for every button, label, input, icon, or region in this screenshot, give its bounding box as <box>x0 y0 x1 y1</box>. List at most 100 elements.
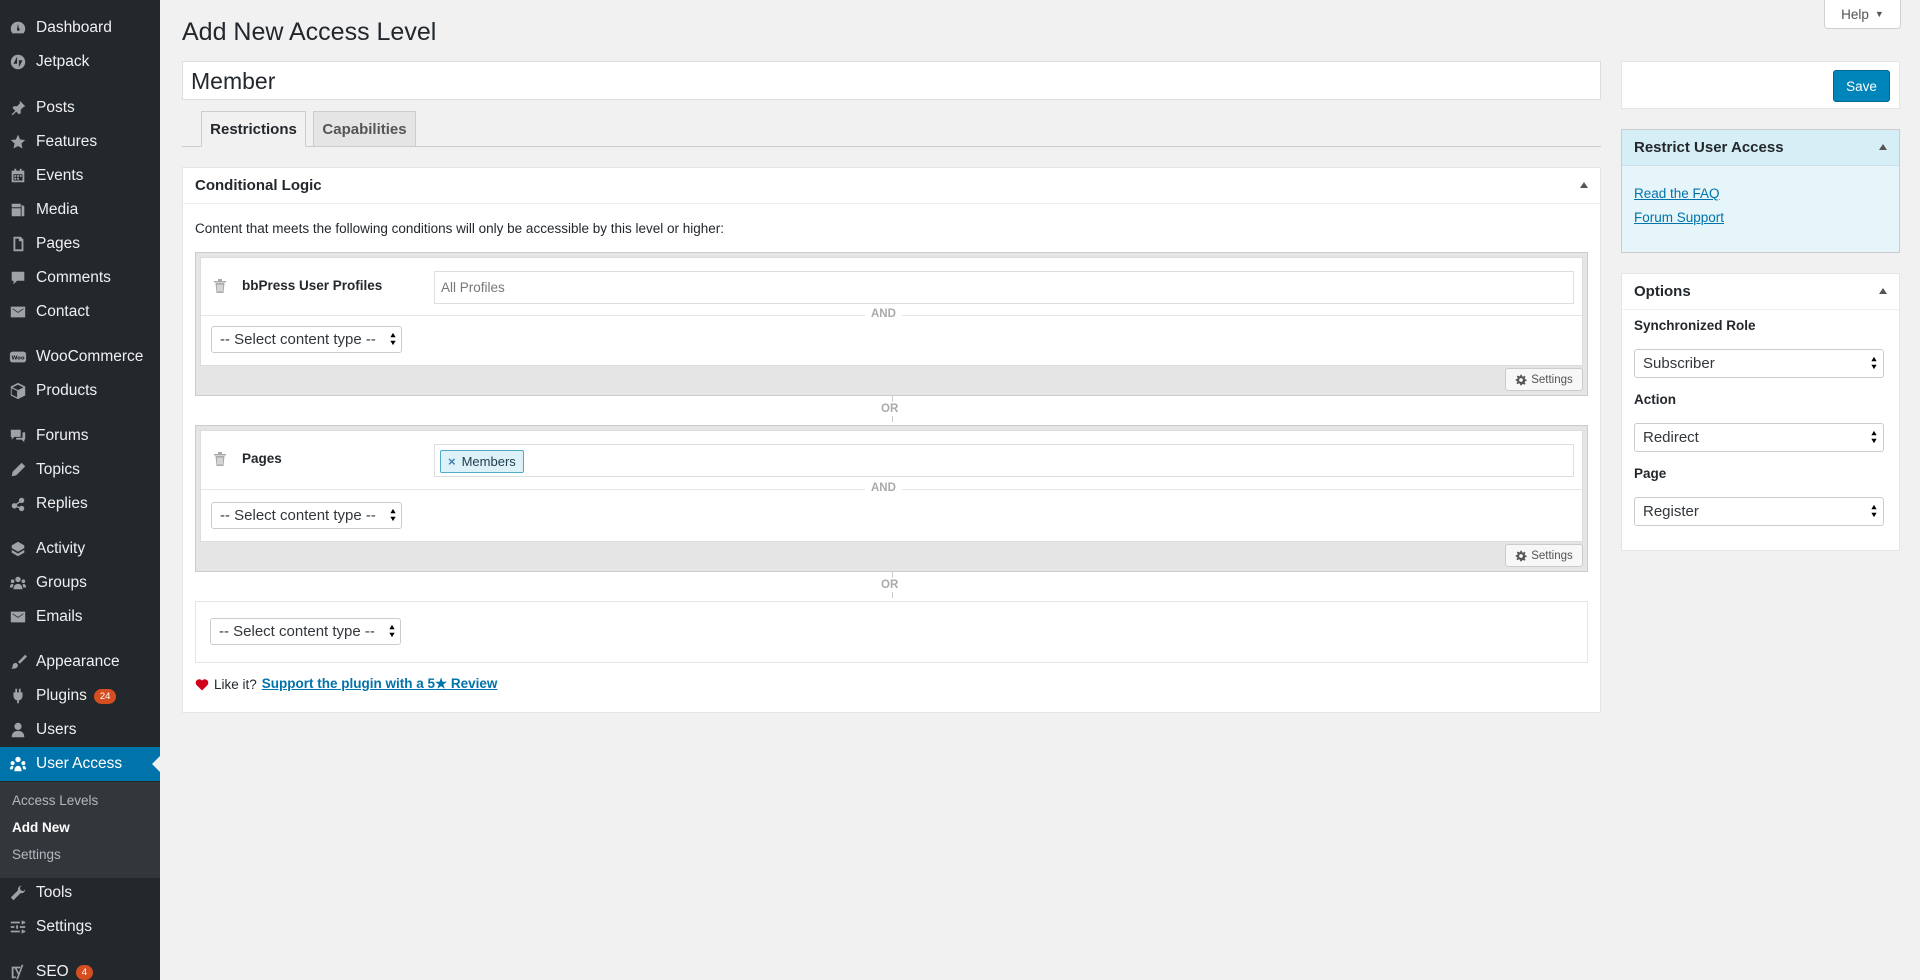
sidebar-item-media[interactable]: Media <box>0 193 160 227</box>
forums-icon <box>0 427 36 445</box>
select-value: Redirect <box>1643 429 1699 446</box>
forum-support-link[interactable]: Forum Support <box>1634 210 1724 225</box>
sidebar-item-seo[interactable]: SEO 4 <box>0 955 160 980</box>
conditional-logic-header[interactable]: Conditional Logic <box>183 168 1600 204</box>
update-count-badge: 24 <box>93 688 117 704</box>
tab-restrictions[interactable]: Restrictions <box>201 111 306 147</box>
sidebar-item-features[interactable]: Features <box>0 125 160 159</box>
review-prompt: Like it? Support the plugin with a 5★ Re… <box>195 676 497 692</box>
sidebar-item-label: Forums <box>36 427 89 444</box>
and-label: AND <box>865 308 902 320</box>
sidebar-item-pages[interactable]: Pages <box>0 227 160 261</box>
rule-value-input[interactable]: × Members <box>434 444 1574 477</box>
submenu-access-levels[interactable]: Access Levels <box>12 793 98 808</box>
sidebar-item-settings[interactable]: Settings <box>0 910 160 944</box>
sidebar-item-activity[interactable]: Activity <box>0 532 160 566</box>
like-it-text: Like it? <box>214 676 257 692</box>
settings-label: Settings <box>1531 549 1573 562</box>
replies-icon <box>0 495 36 513</box>
activity-icon <box>0 540 36 558</box>
help-label: Help <box>1841 6 1869 22</box>
select-value: Register <box>1643 503 1699 520</box>
sidebar-item-label: Media <box>36 201 79 218</box>
pushpin-icon <box>0 99 36 117</box>
help-button[interactable]: Help ▼ <box>1824 0 1901 29</box>
rua-header[interactable]: Restrict User Access <box>1622 130 1899 166</box>
sidebar-item-topics[interactable]: Topics <box>0 453 160 487</box>
box-title: Conditional Logic <box>195 177 322 194</box>
page-icon <box>0 235 36 253</box>
wrench-icon <box>0 884 36 902</box>
submenu-add-new[interactable]: Add New <box>12 820 70 835</box>
collapse-toggle-icon[interactable] <box>1879 144 1887 150</box>
page-title: Add New Access Level <box>182 18 437 46</box>
sidebar-item-user-access[interactable]: User Access <box>0 747 160 781</box>
sort-arrows-icon <box>1870 356 1878 370</box>
sidebar-item-label: Settings <box>36 918 93 935</box>
gear-icon <box>1515 374 1527 386</box>
rule-value-input[interactable]: All Profiles <box>434 271 1574 304</box>
access-level-title-input[interactable]: Member <box>182 61 1601 100</box>
sidebar-item-replies[interactable]: Replies <box>0 487 160 521</box>
or-label: OR <box>881 403 899 415</box>
trash-icon[interactable] <box>213 451 227 467</box>
caret-down-icon: ▼ <box>1874 9 1884 19</box>
dashboard-icon <box>0 19 36 37</box>
action-select[interactable]: Redirect <box>1634 423 1884 452</box>
new-condition-group: -- Select content type -- <box>195 601 1588 663</box>
tab-capabilities[interactable]: Capabilities <box>313 111 416 147</box>
synchronized-role-select[interactable]: Subscriber <box>1634 349 1884 378</box>
action-label: Action <box>1634 392 1676 407</box>
save-button[interactable]: Save <box>1833 70 1890 102</box>
content-type-select[interactable]: -- Select content type -- <box>211 502 402 529</box>
star-icon <box>0 133 36 151</box>
condition-group-inner: bbPress User Profiles All Profiles AND -… <box>200 257 1583 366</box>
options-header[interactable]: Options <box>1622 274 1899 310</box>
box-title: Options <box>1634 283 1691 300</box>
sidebar-item-comments[interactable]: Comments <box>0 261 160 295</box>
sidebar-item-label: Topics <box>36 461 80 478</box>
rule-label: bbPress User Profiles <box>242 278 383 293</box>
sidebar-item-woocommerce[interactable]: WooCommerce <box>0 340 160 374</box>
sidebar-item-forums[interactable]: Forums <box>0 419 160 453</box>
restrict-user-access-box: Restrict User Access Read the FAQ Forum … <box>1621 129 1900 253</box>
yoast-icon <box>0 963 36 980</box>
sidebar-item-emails[interactable]: Emails <box>0 600 160 634</box>
sidebar-item-groups[interactable]: Groups <box>0 566 160 600</box>
tag-label: Members <box>461 454 516 469</box>
sidebar-item-label: Jetpack <box>36 53 90 70</box>
sidebar-item-tools[interactable]: Tools <box>0 876 160 910</box>
content-type-select[interactable]: -- Select content type -- <box>210 618 401 645</box>
faq-link[interactable]: Read the FAQ <box>1634 186 1720 201</box>
or-separator: OR <box>873 572 913 598</box>
sidebar-item-dashboard[interactable]: Dashboard <box>0 11 160 45</box>
products-icon <box>0 382 36 400</box>
sidebar-item-users[interactable]: Users <box>0 713 160 747</box>
sidebar-item-label: Activity <box>36 540 86 557</box>
collapse-toggle-icon[interactable] <box>1879 288 1887 294</box>
content-type-select[interactable]: -- Select content type -- <box>211 326 402 353</box>
sort-arrows-icon <box>1870 504 1878 518</box>
collapse-toggle-icon[interactable] <box>1580 182 1588 188</box>
review-link[interactable]: Support the plugin with a 5★ Review <box>262 676 498 692</box>
media-icon <box>0 201 36 219</box>
sidebar-item-appearance[interactable]: Appearance <box>0 645 160 679</box>
trash-icon[interactable] <box>213 278 227 294</box>
submenu-settings[interactable]: Settings <box>12 847 61 862</box>
sidebar-item-events[interactable]: Events <box>0 159 160 193</box>
page-select[interactable]: Register <box>1634 497 1884 526</box>
sidebar-item-posts[interactable]: Posts <box>0 91 160 125</box>
sidebar-item-jetpack[interactable]: Jetpack <box>0 45 160 79</box>
or-separator: OR <box>873 396 913 422</box>
sidebar-item-plugins[interactable]: Plugins 24 <box>0 679 160 713</box>
select-value: -- Select content type -- <box>220 331 376 348</box>
sidebar-item-products[interactable]: Products <box>0 374 160 408</box>
settings-button[interactable]: Settings <box>1505 368 1583 391</box>
sidebar-item-label: Emails <box>36 608 83 625</box>
condition-rule: bbPress User Profiles All Profiles <box>201 258 1582 310</box>
comment-icon <box>0 269 36 287</box>
sidebar-item-contact[interactable]: Contact <box>0 295 160 329</box>
sidebar-item-label: Features <box>36 133 98 150</box>
settings-button[interactable]: Settings <box>1505 544 1583 567</box>
remove-tag-icon[interactable]: × <box>448 454 456 469</box>
